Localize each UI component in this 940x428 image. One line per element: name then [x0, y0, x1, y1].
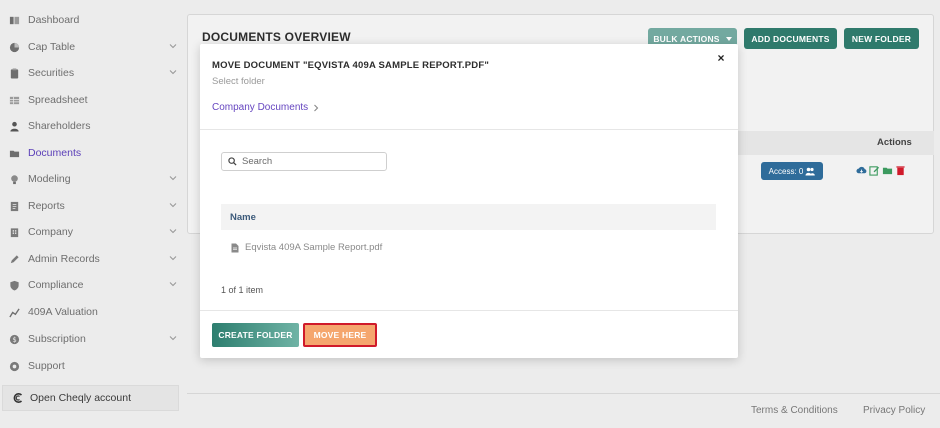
search-field[interactable] — [221, 152, 387, 171]
move-here-button[interactable]: MOVE HERE — [303, 323, 377, 347]
move-document-modal: MOVE DOCUMENT "EQVISTA 409A SAMPLE REPOR… — [200, 44, 738, 358]
modal-footer-divider — [200, 310, 738, 311]
list-item[interactable]: Eqvista 409A Sample Report.pdf — [231, 242, 382, 253]
chevron-right-icon — [314, 104, 319, 111]
item-count: 1 of 1 item — [221, 285, 264, 295]
modal-divider — [200, 129, 738, 130]
name-column-header: Name — [221, 204, 716, 230]
close-icon[interactable]: × — [715, 52, 727, 64]
search-input[interactable] — [242, 156, 382, 167]
breadcrumb-label: Company Documents — [212, 102, 309, 113]
file-name: Eqvista 409A Sample Report.pdf — [245, 242, 383, 253]
file-icon — [231, 243, 239, 252]
create-folder-button[interactable]: CREATE FOLDER — [212, 323, 299, 347]
create-folder-label: CREATE FOLDER — [218, 330, 293, 340]
modal-title: MOVE DOCUMENT "EQVISTA 409A SAMPLE REPOR… — [212, 60, 490, 71]
move-here-label: MOVE HERE — [313, 330, 367, 340]
search-icon — [228, 157, 237, 166]
modal-subtitle: Select folder — [212, 76, 265, 87]
folder-breadcrumb[interactable]: Company Documents — [212, 102, 319, 113]
